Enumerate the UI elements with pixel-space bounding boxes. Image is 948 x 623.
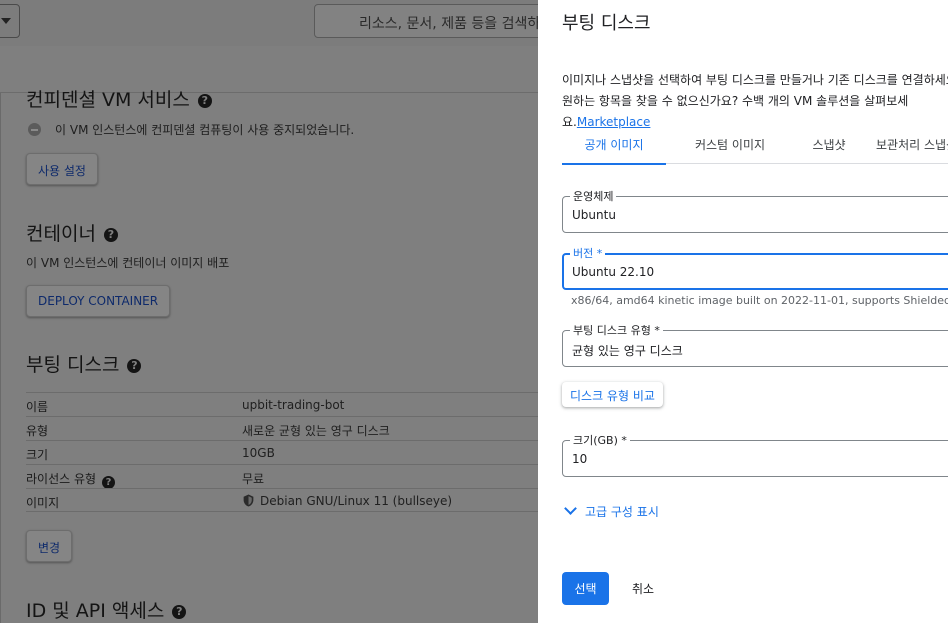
boot-disk-title: 부팅 디스크? [26, 350, 142, 377]
size-label: 크기(GB) * [570, 434, 630, 447]
disk-type-label: 부팅 디스크 유형 * [570, 324, 663, 337]
size-value: 10 [572, 452, 588, 466]
help-icon[interactable]: ? [127, 359, 142, 373]
table-row: 라이선스 유형? 무료 [26, 464, 538, 489]
os-value: Ubuntu [572, 208, 616, 222]
shield-icon [243, 494, 254, 507]
table-row: 이름 upbit-trading-bot [26, 392, 538, 416]
panel-description: 이미지나 스냅샷을 선택하여 부팅 디스크를 만들거나 기존 디스크를 연결하세… [562, 73, 948, 129]
version-hint: x86/64, amd64 kinetic image built on 202… [571, 294, 948, 307]
confidential-vm-status: 이 VM 인스턴스에 컨피덴셜 컴퓨팅이 사용 중지되었습니다. [28, 121, 354, 138]
os-select[interactable]: 운영체제 Ubuntu [562, 190, 948, 233]
identity-api-title: ID 및 API 액세스? [26, 596, 187, 623]
enable-confidential-button[interactable]: 사용 설정 [26, 153, 98, 185]
boot-disk-panel: 부팅 디스크 이미지나 스냅샷을 선택하여 부팅 디스크를 만들거나 기존 디스… [538, 0, 948, 623]
size-input[interactable]: 크기(GB) * 10 [562, 434, 948, 477]
table-row: 크기 10GB [26, 440, 538, 464]
select-button[interactable]: 선택 [562, 572, 609, 605]
help-icon[interactable]: ? [197, 94, 212, 108]
disk-type-value: 균형 있는 영구 디스크 [572, 344, 683, 358]
confidential-vm-title: 컨피덴셜 VM 서비스? [26, 85, 212, 112]
disk-type-select[interactable]: 부팅 디스크 유형 * 균형 있는 영구 디스크 [562, 324, 948, 367]
image-source-tabs: 공개 이미지 커스텀 이미지 스냅샷 보관처리 스냅샷 [562, 128, 948, 165]
left-divider [0, 93, 1, 623]
advanced-config-toggle[interactable]: 고급 구성 표시 [562, 502, 659, 520]
help-icon[interactable]: ? [103, 228, 118, 242]
os-label: 운영체제 [570, 190, 617, 203]
version-select[interactable]: 버전 * Ubuntu 22.10 [562, 247, 948, 290]
help-icon[interactable]: ? [172, 605, 187, 619]
boot-disk-table: 이름 upbit-trading-bot 유형 새로운 균형 있는 영구 디스크… [26, 392, 538, 512]
tab-archive-snapshots[interactable]: 보관처리 스냅샷 [876, 128, 948, 164]
compare-disk-types-button[interactable]: 디스크 유형 비교 [562, 382, 663, 407]
panel-title: 부팅 디스크 [562, 13, 651, 34]
tab-custom-images[interactable]: 커스텀 이미지 [680, 128, 780, 164]
tab-snapshots[interactable]: 스냅샷 [794, 128, 864, 164]
deploy-container-button[interactable]: DEPLOY CONTAINER [26, 285, 171, 317]
version-label: 버전 * [570, 247, 606, 260]
cancel-button[interactable]: 취소 [632, 580, 654, 597]
tab-public-images[interactable]: 공개 이미지 [562, 128, 666, 165]
container-title: 컨테이너? [26, 219, 118, 246]
table-row: 이미지 Debian GNU/Linux 11 (bullseye) [26, 488, 538, 512]
chevron-down-icon [564, 502, 577, 515]
marketplace-link[interactable]: Marketplace [577, 115, 651, 129]
version-value: Ubuntu 22.10 [572, 265, 655, 279]
project-dropdown[interactable] [0, 4, 20, 38]
disabled-icon [28, 123, 41, 136]
container-desc: 이 VM 인스턴스에 컨테이너 이미지 배포 [26, 256, 230, 270]
change-boot-disk-button[interactable]: 변경 [26, 530, 73, 562]
dropdown-caret-icon [1, 18, 11, 24]
table-row: 유형 새로운 균형 있는 영구 디스크 [26, 416, 538, 440]
